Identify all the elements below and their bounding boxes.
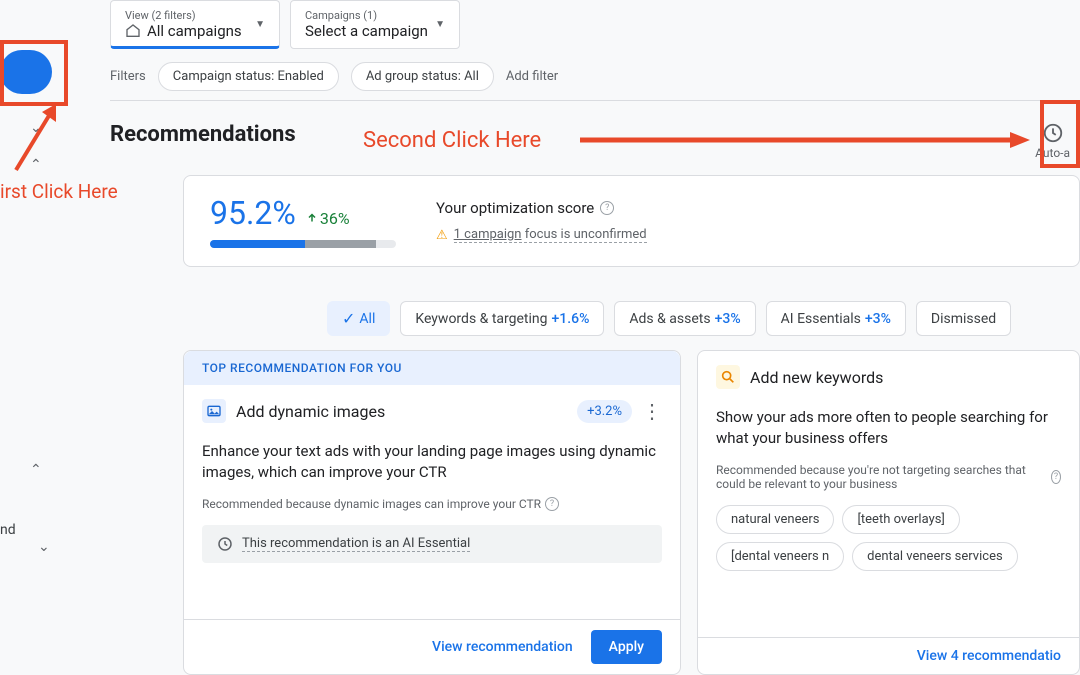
warning-text: focus is unconfirmed bbox=[521, 227, 646, 242]
card-reason: Recommended because you're not targeting… bbox=[716, 463, 1047, 491]
add-filter-button[interactable]: Add filter bbox=[506, 69, 558, 84]
divider bbox=[110, 100, 1080, 101]
card-reason: Recommended because dynamic images can i… bbox=[202, 497, 541, 511]
optimization-score-card: 95.2% 36% Your optimization score ? ⚠ 1 … bbox=[183, 175, 1080, 267]
annotation-arrow-right bbox=[580, 132, 1030, 152]
score-delta: 36% bbox=[306, 209, 350, 228]
filter-campaign-status[interactable]: Campaign status: Enabled bbox=[158, 62, 339, 91]
page-title: Recommendations bbox=[110, 122, 296, 147]
arrow-up-icon bbox=[306, 212, 318, 224]
sidebar-text-fragment: nd bbox=[0, 522, 16, 538]
filters-label: Filters bbox=[110, 69, 146, 84]
card-description: Show your ads more often to people searc… bbox=[716, 407, 1061, 449]
score-value: 95.2% bbox=[210, 194, 296, 232]
keyword-chip[interactable]: dental veneers services bbox=[852, 542, 1018, 571]
recommendation-card-keywords: Add new keywords Show your ads more ofte… bbox=[697, 350, 1080, 675]
chevron-up-icon[interactable]: ⌃ bbox=[30, 462, 42, 478]
score-progress-bar bbox=[210, 240, 396, 248]
ai-essential-notice: This recommendation is an AI Essential bbox=[202, 525, 662, 563]
sparkle-icon bbox=[216, 535, 234, 553]
filter-adgroup-status[interactable]: Ad group status: All bbox=[351, 62, 494, 91]
view-dropdown-value: All campaigns bbox=[147, 22, 242, 40]
more-menu-icon[interactable]: ⋮ bbox=[642, 399, 662, 423]
annotation-first-click: irst Click Here bbox=[0, 180, 118, 203]
score-title: Your optimization score bbox=[436, 199, 594, 217]
uplift-badge: +3.2% bbox=[577, 400, 632, 423]
tab-keywords-targeting[interactable]: Keywords & targeting +1.6% bbox=[400, 301, 604, 336]
chevron-down-icon: ▼ bbox=[255, 19, 265, 30]
chevron-down-icon: ▼ bbox=[435, 19, 445, 30]
help-icon[interactable]: ? bbox=[1051, 470, 1061, 484]
annotation-box-2 bbox=[1040, 100, 1080, 168]
help-icon[interactable]: ? bbox=[600, 201, 614, 215]
top-recommendation-banner: TOP RECOMMENDATION FOR YOU bbox=[184, 351, 680, 385]
tab-ads-assets[interactable]: Ads & assets +3% bbox=[614, 301, 755, 336]
view-recommendations-button[interactable]: View 4 recommendatio bbox=[917, 648, 1061, 664]
recommendation-card-dynamic-images: TOP RECOMMENDATION FOR YOU Add dynamic i… bbox=[183, 350, 681, 675]
warning-link[interactable]: 1 campaign bbox=[454, 227, 522, 242]
annotation-box-1 bbox=[0, 40, 68, 106]
campaign-dropdown[interactable]: Campaigns (1) Select a campaign ▼ bbox=[290, 0, 460, 49]
card-title: Add new keywords bbox=[750, 368, 883, 387]
card-description: Enhance your text ads with your landing … bbox=[202, 441, 662, 483]
keyword-chip[interactable]: natural veneers bbox=[716, 505, 834, 534]
search-icon bbox=[716, 365, 740, 389]
chevron-down-icon[interactable]: ⌄ bbox=[38, 539, 50, 555]
annotation-second-click: Second Click Here bbox=[363, 128, 541, 153]
view-dropdown-label: View (2 filters) bbox=[125, 9, 242, 22]
apply-button[interactable]: Apply bbox=[591, 630, 662, 664]
warning-icon: ⚠ bbox=[436, 228, 448, 243]
keyword-chip[interactable]: [dental veneers n bbox=[716, 542, 844, 571]
keyword-chip[interactable]: [teeth overlays] bbox=[842, 505, 959, 534]
campaign-dropdown-value: Select a campaign bbox=[305, 22, 428, 40]
help-icon[interactable]: ? bbox=[545, 497, 559, 511]
home-icon bbox=[125, 23, 141, 39]
view-recommendation-button[interactable]: View recommendation bbox=[432, 639, 573, 655]
check-icon: ✓ bbox=[342, 309, 355, 328]
tab-dismissed[interactable]: Dismissed bbox=[916, 301, 1011, 336]
annotation-arrow-diag bbox=[6, 100, 66, 180]
tab-ai-essentials[interactable]: AI Essentials +3% bbox=[766, 301, 906, 336]
view-dropdown[interactable]: View (2 filters) All campaigns ▼ bbox=[110, 0, 280, 49]
tab-all[interactable]: ✓All bbox=[327, 301, 390, 336]
card-title: Add dynamic images bbox=[236, 402, 385, 421]
image-icon bbox=[202, 399, 226, 423]
campaign-dropdown-label: Campaigns (1) bbox=[305, 9, 428, 22]
